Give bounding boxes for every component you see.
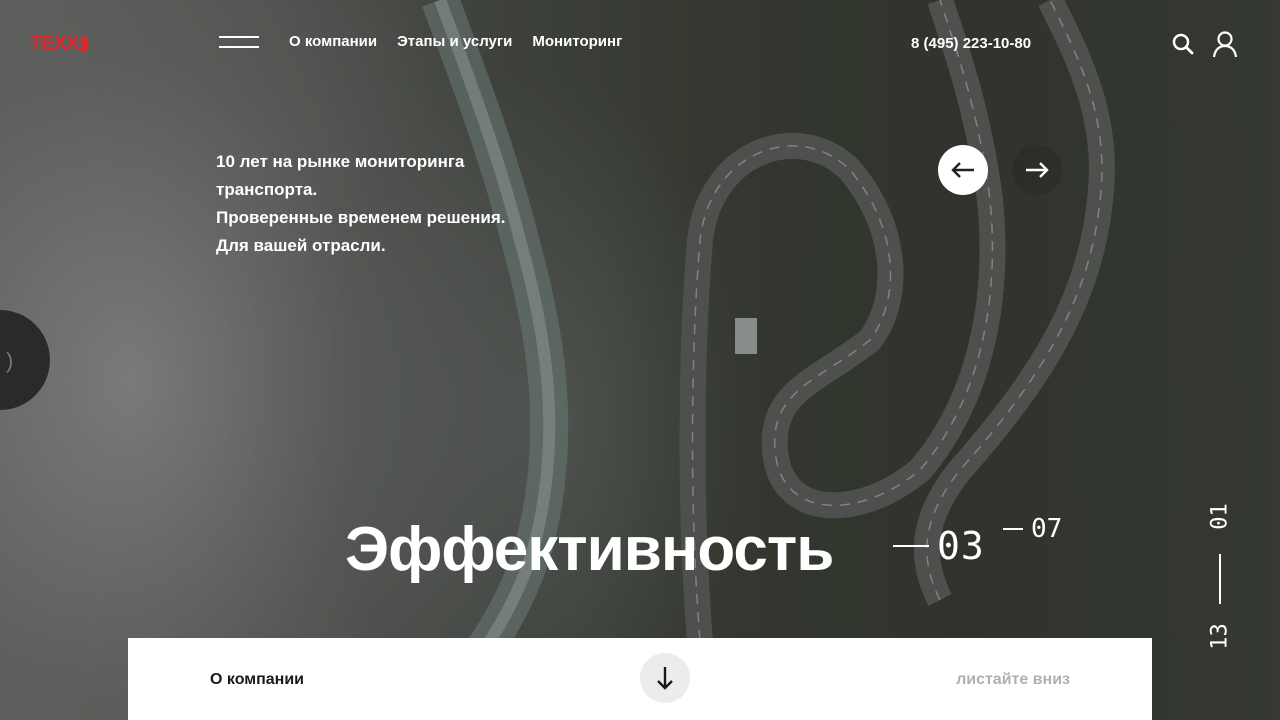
scroll-down-button[interactable] [640, 653, 690, 703]
nav-item-monitoring[interactable]: Мониторинг [532, 33, 622, 50]
brand-logo[interactable]: TEXX ))) [30, 32, 89, 55]
pager-bottom-number: 13 [1207, 623, 1233, 650]
user-icon[interactable] [1212, 30, 1238, 58]
hamburger-icon[interactable] [219, 36, 259, 50]
hero-line: транспорта. [216, 180, 318, 199]
nav-item-stages-services[interactable]: Этапы и услуги [397, 33, 512, 50]
section-label[interactable]: О компании [210, 671, 304, 689]
logo-text: TEXX [30, 32, 79, 54]
slide-prev-button[interactable] [938, 145, 988, 195]
pager-top-number: 01 [1207, 503, 1233, 530]
hero-background [0, 0, 1280, 720]
slide-title: Эффективность [345, 515, 834, 584]
hero-line: 10 лет на рынке мониторинга [216, 152, 465, 171]
nav-item-about[interactable]: О компании [289, 33, 377, 50]
pager-line [1219, 554, 1221, 604]
counter-current-number: 03 [937, 524, 985, 568]
arrow-right-icon [1026, 162, 1049, 178]
phone-number[interactable]: 8 (495) 223-10-80 [911, 35, 1031, 52]
scroll-hint: листайте вниз [956, 671, 1070, 688]
slide-counter-current: 03 [893, 524, 985, 568]
sound-wave-icon: ) [6, 348, 14, 373]
hero-line: Для вашей отрасли. [216, 236, 386, 255]
counter-dash [893, 545, 929, 547]
search-icon[interactable] [1172, 33, 1194, 55]
hero-tagline: 10 лет на рынке мониторинга транспорта. … [216, 148, 576, 260]
arrow-down-icon [657, 667, 673, 690]
bottom-bar: О компании листайте вниз [128, 638, 1152, 720]
slide-next-button[interactable] [1012, 145, 1062, 195]
counter-total-number: 07 [1031, 514, 1063, 544]
main-nav: О компании Этапы и услуги Мониторинг [289, 33, 622, 50]
logo-waves-icon: ))) [79, 34, 89, 52]
counter-dash [1003, 528, 1023, 530]
arrow-left-icon [951, 162, 974, 178]
vertical-pager[interactable]: 01 13 [1200, 498, 1240, 658]
hero-line: Проверенные временем решения. [216, 208, 506, 227]
slide-counter-total: 07 [1003, 514, 1062, 544]
